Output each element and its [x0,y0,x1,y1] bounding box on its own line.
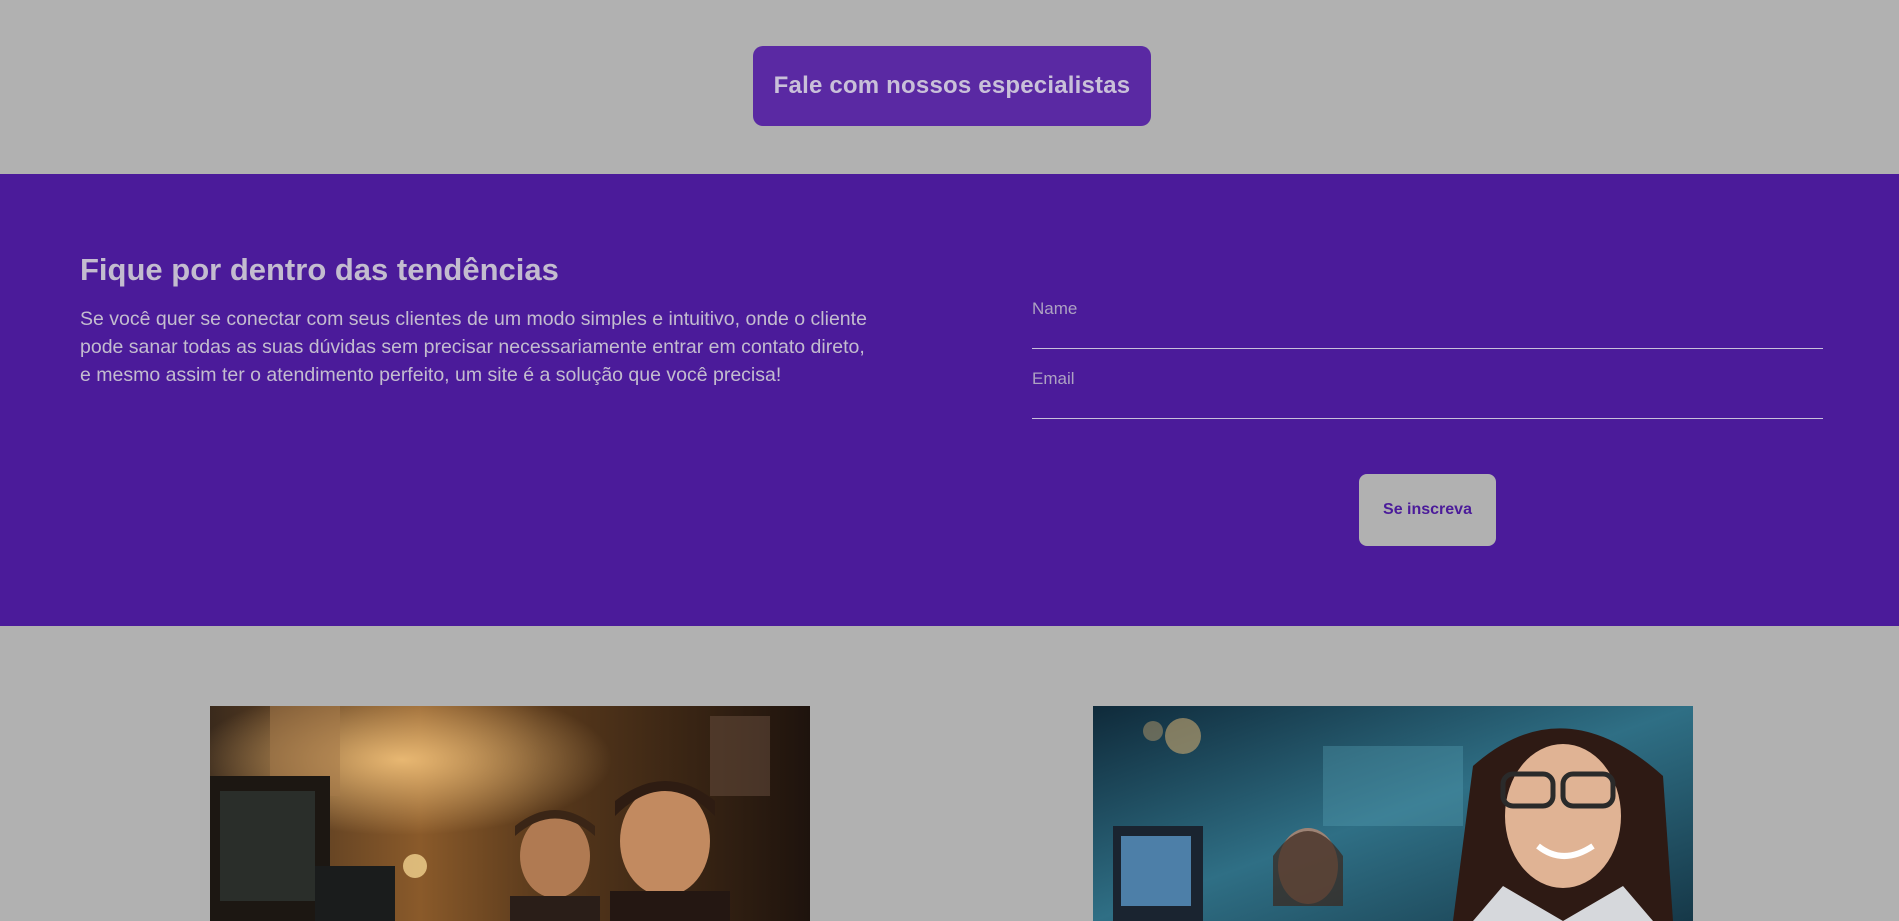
newsletter-description: Se você quer se conectar com seus client… [80,308,867,386]
email-field-wrapper [1032,362,1823,419]
name-input[interactable] [1032,292,1823,348]
team-working-at-computers-photo [210,706,810,921]
smiling-support-agent-photo [1093,706,1693,921]
newsletter-title: Fique por dentro das tendências [80,252,559,287]
team-photo-illustration [210,706,810,921]
newsletter-section: Fique por dentro das tendências Se você … [0,174,1899,626]
support-photo-illustration [1093,706,1693,921]
gallery-section [0,626,1899,921]
cta-section: Fale com nossos especialistas [0,0,1899,174]
talk-to-specialists-button[interactable]: Fale com nossos especialistas [753,46,1151,126]
name-field-wrapper [1032,292,1823,349]
email-input[interactable] [1032,362,1823,418]
subscribe-button[interactable]: Se inscreva [1359,474,1496,546]
